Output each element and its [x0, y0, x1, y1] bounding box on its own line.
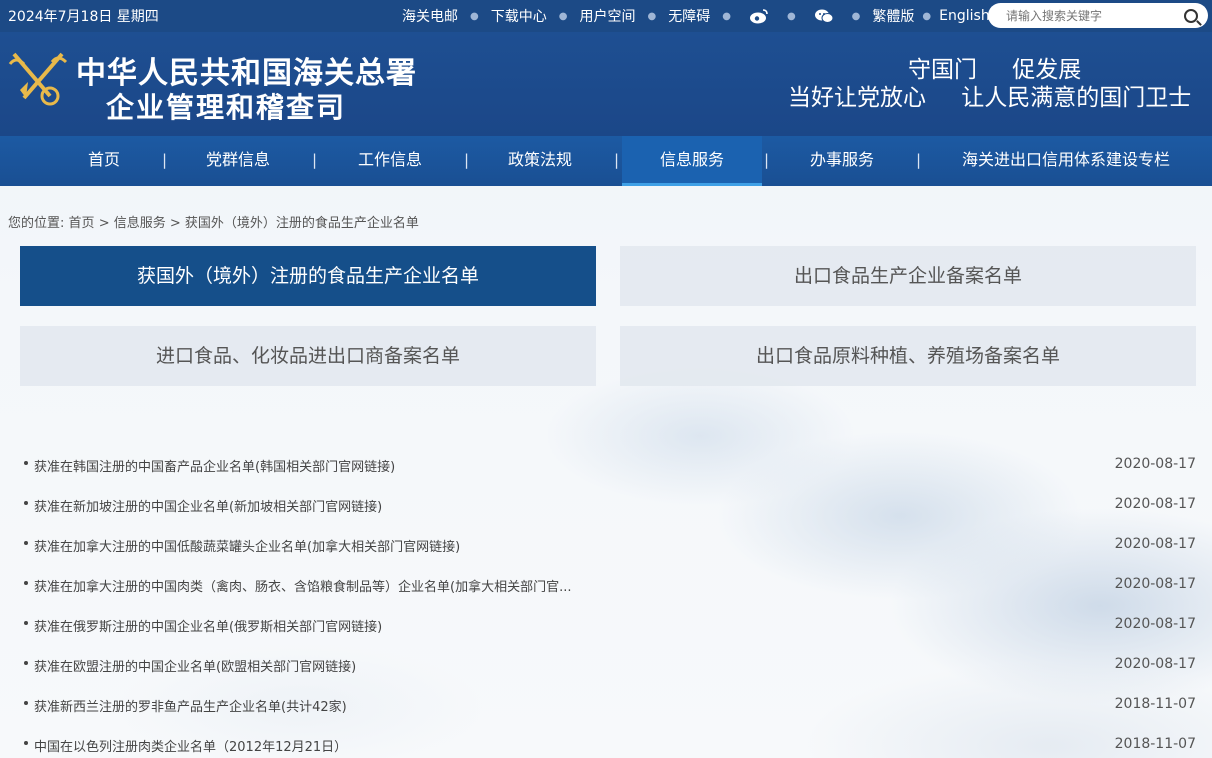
slogan-line-2: 当好让党放心 让人民满意的国门卫士 — [788, 85, 1192, 111]
english-link[interactable]: English — [939, 8, 990, 24]
category-raw-material-farms[interactable]: 出口食品原料种植、养殖场备案名单 — [620, 326, 1196, 386]
list-item[interactable]: 获准在加拿大注册的中国低酸蔬菜罐头企业名单(加拿大相关部门官网链接) 2020-… — [24, 525, 1196, 565]
top-bar: 2024年7月18日 星期四 海关电邮 ● 下载中心 ● 用户空间 ● 无障碍 … — [0, 0, 1212, 32]
bullet-icon — [24, 701, 28, 705]
separator-dot: ● — [786, 10, 796, 22]
nav-work-info[interactable]: 工作信息 — [342, 136, 438, 186]
list-item[interactable]: 获准在加拿大注册的中国肉类（禽肉、肠衣、含馅粮食制品等）企业名单(加拿大相关部门… — [24, 565, 1196, 605]
nav-separator: | — [312, 151, 318, 169]
list-item-title[interactable]: 获准在加拿大注册的中国低酸蔬菜罐头企业名单(加拿大相关部门官网链接) — [34, 536, 460, 555]
list-item[interactable]: 获准在新加坡注册的中国企业名单(新加坡相关部门官网链接) 2020-08-17 — [24, 485, 1196, 525]
list-item-date: 2018-11-07 — [1114, 736, 1196, 752]
list-item-date: 2018-11-07 — [1114, 696, 1196, 712]
article-list: 获准在韩国注册的中国畜产品企业名单(韩国相关部门官网链接) 2020-08-17… — [24, 445, 1196, 758]
nav-policies[interactable]: 政策法规 — [492, 136, 588, 186]
list-item-date: 2020-08-17 — [1114, 456, 1196, 472]
list-item[interactable]: 中国在以色列注册肉类企业名单（2012年12月21日） 2018-11-07 — [24, 725, 1196, 758]
customs-emblem-icon — [6, 46, 70, 110]
nav-separator: | — [764, 151, 770, 169]
breadcrumb: 您的位置: 首页 > 信息服务 > 获国外（境外）注册的食品生产企业名单 — [8, 212, 419, 231]
department-title: 企业管理和稽查司 — [106, 91, 347, 124]
breadcrumb-separator: > — [169, 216, 185, 231]
nav-home[interactable]: 首页 — [64, 136, 144, 186]
list-item-title[interactable]: 获准在欧盟注册的中国企业名单(欧盟相关部门官网链接) — [34, 656, 356, 675]
site-header: 中华人民共和国海关总署 企业管理和稽查司 守国门 促发展 当好让党放心 让人民满… — [0, 32, 1212, 136]
separator-dot: ● — [922, 10, 932, 22]
nav-separator: | — [162, 151, 168, 169]
bullet-icon — [24, 541, 28, 545]
nav-separator: | — [916, 151, 922, 169]
list-item-title[interactable]: 获准在俄罗斯注册的中国企业名单(俄罗斯相关部门官网链接) — [34, 616, 382, 635]
user-space-link[interactable]: 用户空间 — [579, 6, 635, 26]
weibo-icon[interactable] — [749, 8, 769, 24]
nav-party-info[interactable]: 党群信息 — [190, 136, 286, 186]
category-foreign-registered[interactable]: 获国外（境外）注册的食品生产企业名单 — [20, 246, 596, 306]
list-item-date: 2020-08-17 — [1114, 656, 1196, 672]
separator-dot: ● — [722, 10, 731, 22]
list-item[interactable]: 获准在欧盟注册的中国企业名单(欧盟相关部门官网链接) 2020-08-17 — [24, 645, 1196, 685]
bullet-icon — [24, 741, 28, 745]
download-center-link[interactable]: 下载中心 — [491, 6, 547, 26]
list-item-date: 2020-08-17 — [1114, 576, 1196, 592]
separator-dot: ● — [647, 10, 657, 22]
bullet-icon — [24, 501, 28, 505]
list-item[interactable]: 获准在韩国注册的中国畜产品企业名单(韩国相关部门官网链接) 2020-08-17 — [24, 445, 1196, 485]
list-item-date: 2020-08-17 — [1114, 536, 1196, 552]
search-icon[interactable] — [1184, 9, 1198, 23]
list-item[interactable]: 获准在俄罗斯注册的中国企业名单(俄罗斯相关部门官网链接) 2020-08-17 — [24, 605, 1196, 645]
list-item-title[interactable]: 中国在以色列注册肉类企业名单（2012年12月21日） — [34, 736, 347, 755]
breadcrumb-prefix: 您的位置: — [8, 216, 65, 231]
top-links: 海关电邮 ● 下载中心 ● 用户空间 ● 无障碍 ● ● ● 繁體版 ● Eng… — [402, 6, 990, 26]
nav-separator: | — [464, 151, 470, 169]
separator-dot: ● — [851, 10, 861, 22]
list-item-title[interactable]: 获准在新加坡注册的中国企业名单(新加坡相关部门官网链接) — [34, 496, 382, 515]
list-item[interactable]: 获准新西兰注册的罗非鱼产品生产企业名单(共计42家) 2018-11-07 — [24, 685, 1196, 725]
current-date: 2024年7月18日 星期四 — [8, 9, 159, 25]
nav-info-service[interactable]: 信息服务 — [622, 136, 762, 186]
breadcrumb-separator: > — [98, 216, 114, 231]
nav-separator: | — [614, 151, 620, 169]
list-item-date: 2020-08-17 — [1114, 496, 1196, 512]
main-nav: 首页 | 党群信息 | 工作信息 | 政策法规 | 信息服务 | 办事服务 | … — [0, 136, 1212, 186]
breadcrumb-current: 获国外（境外）注册的食品生产企业名单 — [184, 216, 419, 231]
bullet-icon — [24, 661, 28, 665]
breadcrumb-info-service[interactable]: 信息服务 — [114, 216, 166, 231]
category-export-food-producers[interactable]: 出口食品生产企业备案名单 — [620, 246, 1196, 306]
bullet-icon — [24, 581, 28, 585]
list-item-title[interactable]: 获准新西兰注册的罗非鱼产品生产企业名单(共计42家) — [34, 696, 347, 715]
accessibility-link[interactable]: 无障碍 — [668, 6, 710, 26]
bullet-icon — [24, 461, 28, 465]
breadcrumb-home[interactable]: 首页 — [69, 216, 95, 231]
list-item-title[interactable]: 获准在加拿大注册的中国肉类（禽肉、肠衣、含馅粮食制品等）企业名单(加拿大相关部门… — [34, 576, 571, 595]
customs-email-link[interactable]: 海关电邮 — [402, 6, 458, 26]
list-item-title[interactable]: 获准在韩国注册的中国畜产品企业名单(韩国相关部门官网链接) — [34, 456, 395, 475]
traditional-chinese-link[interactable]: 繁體版 — [872, 6, 914, 26]
nav-credit-column[interactable]: 海关进出口信用体系建设专栏 — [944, 136, 1188, 186]
separator-dot: ● — [470, 10, 479, 22]
wechat-icon[interactable] — [814, 8, 834, 24]
bullet-icon — [24, 621, 28, 625]
separator-dot: ● — [558, 10, 568, 22]
search-box — [988, 3, 1208, 28]
search-input[interactable] — [1006, 7, 1176, 24]
list-item-date: 2020-08-17 — [1114, 616, 1196, 632]
category-import-importers[interactable]: 进口食品、化妆品进出口商备案名单 — [20, 326, 596, 386]
nav-services[interactable]: 办事服务 — [794, 136, 890, 186]
